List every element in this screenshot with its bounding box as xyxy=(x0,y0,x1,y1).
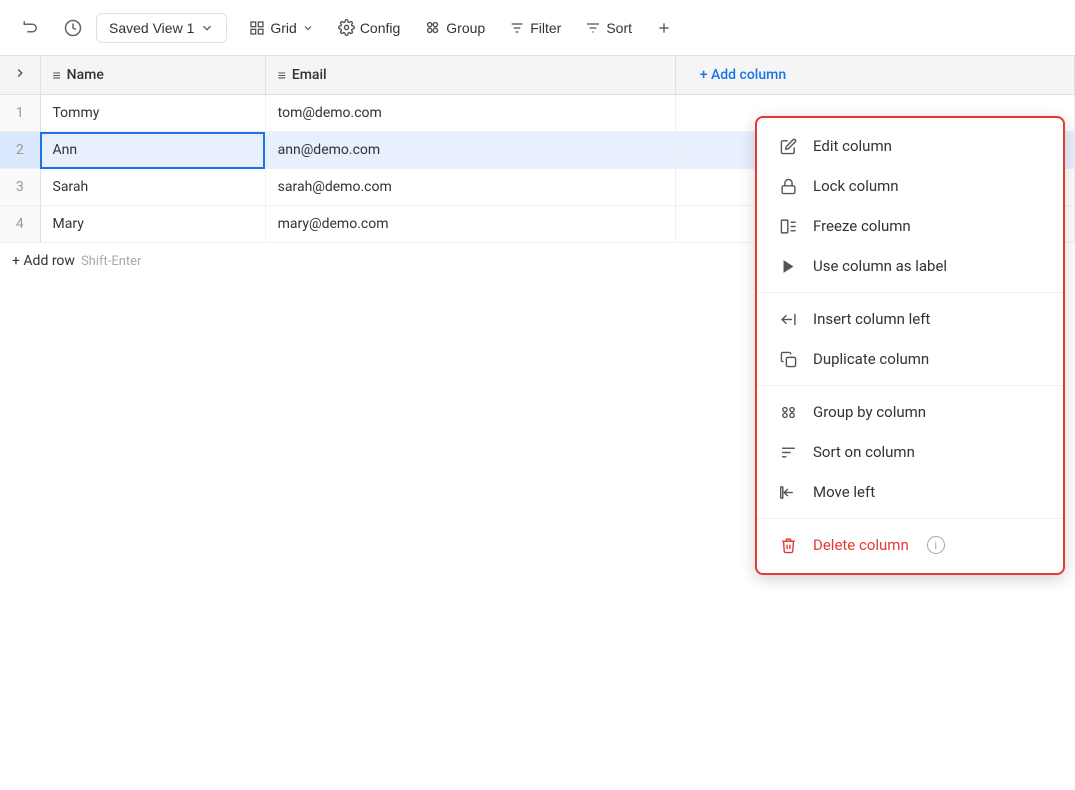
grid-button[interactable]: Grid xyxy=(239,14,323,42)
menu-item-insert-left[interactable]: Insert column left xyxy=(757,299,1063,339)
menu-item-duplicate[interactable]: Duplicate column xyxy=(757,339,1063,379)
menu-label-edit-column: Edit column xyxy=(813,137,892,155)
config-label: Config xyxy=(360,20,400,36)
menu-item-group-by[interactable]: Group by column xyxy=(757,392,1063,432)
group-icon xyxy=(424,19,441,36)
move-left-icon xyxy=(777,484,799,501)
filter-button[interactable]: Filter xyxy=(499,14,571,42)
group-by-icon xyxy=(777,404,799,421)
adjust-button[interactable] xyxy=(646,14,682,42)
sort-label: Sort xyxy=(606,20,632,36)
chevron-down-icon xyxy=(200,21,214,35)
filter-label: Filter xyxy=(530,20,561,36)
config-icon xyxy=(338,19,355,36)
freeze-icon xyxy=(777,218,799,235)
menu-label-duplicate: Duplicate column xyxy=(813,350,929,368)
menu-label-insert-left: Insert column left xyxy=(813,310,930,328)
main-content: ≡ Name ≡ Email + Add column xyxy=(0,56,1075,790)
group-label: Group xyxy=(446,20,485,36)
menu-item-delete[interactable]: Delete column i xyxy=(757,525,1063,565)
grid-icon xyxy=(249,20,265,36)
context-menu: Edit column Lock column xyxy=(755,116,1065,575)
info-icon[interactable]: i xyxy=(927,536,945,554)
menu-item-move-left[interactable]: Move left xyxy=(757,472,1063,512)
sort-az-icon xyxy=(777,444,799,461)
saved-view-button[interactable]: Saved View 1 xyxy=(96,13,227,43)
lock-icon xyxy=(777,178,799,195)
insert-left-icon xyxy=(777,311,799,328)
menu-label-group-by: Group by column xyxy=(813,403,926,421)
history-icon xyxy=(64,19,82,37)
menu-label-freeze-column: Freeze column xyxy=(813,217,911,235)
pencil-icon xyxy=(777,138,799,155)
grid-label: Grid xyxy=(270,20,296,36)
config-button[interactable]: Config xyxy=(328,13,410,42)
adjust-icon xyxy=(656,20,672,36)
menu-item-lock-column[interactable]: Lock column xyxy=(757,166,1063,206)
menu-label-sort-on: Sort on column xyxy=(813,443,915,461)
toolbar: Saved View 1 Grid Config Group xyxy=(0,0,1075,56)
menu-item-edit-column[interactable]: Edit column xyxy=(757,126,1063,166)
menu-divider-1 xyxy=(757,292,1063,293)
menu-label-delete: Delete column xyxy=(813,536,909,554)
grid-chevron-icon xyxy=(302,22,314,34)
group-button[interactable]: Group xyxy=(414,13,495,42)
trash-icon xyxy=(777,537,799,554)
label-icon xyxy=(777,258,799,275)
history-button[interactable] xyxy=(54,13,92,43)
menu-label-move-left: Move left xyxy=(813,483,875,501)
menu-label-lock-column: Lock column xyxy=(813,177,899,195)
menu-divider-2 xyxy=(757,385,1063,386)
undo-button[interactable] xyxy=(12,13,50,43)
filter-icon xyxy=(509,20,525,36)
menu-item-use-as-label[interactable]: Use column as label xyxy=(757,246,1063,286)
menu-item-freeze-column[interactable]: Freeze column xyxy=(757,206,1063,246)
menu-divider-3 xyxy=(757,518,1063,519)
menu-item-sort-on[interactable]: Sort on column xyxy=(757,432,1063,472)
saved-view-label: Saved View 1 xyxy=(109,20,194,36)
menu-label-use-as-label: Use column as label xyxy=(813,257,947,275)
undo-icon xyxy=(22,19,40,37)
duplicate-icon xyxy=(777,351,799,368)
context-menu-overlay: Edit column Lock column xyxy=(0,56,1075,790)
sort-button[interactable]: Sort xyxy=(575,14,642,42)
sort-icon xyxy=(585,20,601,36)
